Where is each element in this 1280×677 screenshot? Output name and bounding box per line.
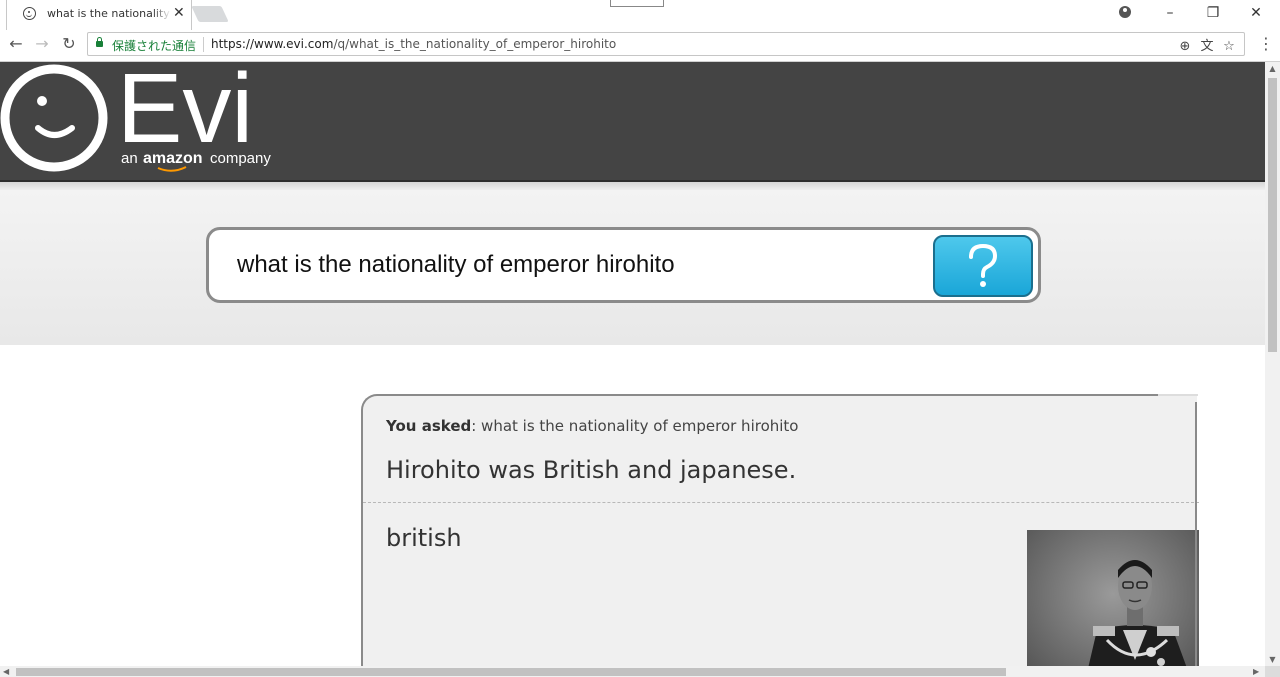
smiley-logo-icon <box>0 64 108 172</box>
ask-button[interactable] <box>933 235 1033 297</box>
lock-icon[interactable] <box>96 37 103 47</box>
header-shadow <box>0 182 1265 190</box>
you-asked-label: You asked <box>386 417 472 435</box>
search-box <box>206 227 1041 303</box>
omnibox-actions: ⊕ 文 ☆ <box>1174 35 1240 54</box>
amazon-smile-icon <box>157 166 187 172</box>
scroll-down-arrow-icon[interactable]: ▼ <box>1265 655 1280 664</box>
window-drag-indicator <box>610 0 664 7</box>
tagline-suffix: company <box>210 150 271 167</box>
browser-titlebar: what is the nationality of emperor hiroh… <box>0 0 1280 30</box>
scroll-up-arrow-icon[interactable]: ▲ <box>1265 64 1280 73</box>
scrollbar-corner <box>1265 666 1280 677</box>
address-bar[interactable]: 保護された通信 https://www.evi.com/q/what_is_th… <box>87 32 1245 56</box>
you-asked-line: You asked: what is the nationality of em… <box>386 417 798 435</box>
back-button[interactable]: ← <box>6 34 26 54</box>
zoom-icon[interactable]: ⊕ <box>1174 39 1196 54</box>
logo-wordmark: Evi <box>117 62 253 163</box>
evi-logo[interactable]: Evi an amazon company <box>0 62 300 180</box>
tagline-brand: amazon <box>143 150 203 167</box>
answer-divider <box>363 502 1199 503</box>
secure-connection-label[interactable]: 保護された通信 <box>112 37 196 54</box>
horizontal-scrollbar[interactable]: ◀ ▶ <box>0 666 1265 677</box>
browser-tab[interactable]: what is the nationality of emperor hiroh… <box>6 0 192 30</box>
close-window-button[interactable]: ✕ <box>1246 4 1266 22</box>
vertical-scrollbar[interactable]: ▲ ▼ <box>1265 62 1280 666</box>
sub-answer: british <box>386 524 462 552</box>
site-header: Evi an amazon company <box>0 62 1265 182</box>
answer-card: You asked: what is the nationality of em… <box>361 394 1199 666</box>
browser-menu-icon[interactable]: ⋮ <box>1258 34 1274 54</box>
portrait-photo[interactable] <box>1027 530 1199 666</box>
address-separator <box>203 37 204 52</box>
account-icon[interactable] <box>1119 6 1131 18</box>
scroll-right-arrow-icon[interactable]: ▶ <box>1253 666 1259 677</box>
reload-button[interactable]: ↻ <box>59 34 79 54</box>
evi-favicon-icon <box>23 7 36 20</box>
scroll-left-arrow-icon[interactable]: ◀ <box>3 666 9 677</box>
horizontal-scroll-thumb[interactable] <box>16 668 1006 676</box>
minimize-button[interactable]: – <box>1160 4 1180 22</box>
url-host: https://www.evi.com <box>211 37 334 51</box>
vertical-scroll-thumb[interactable] <box>1268 78 1277 352</box>
forward-button[interactable]: → <box>32 34 52 54</box>
page-viewport: Evi an amazon company You asked: what is… <box>0 62 1265 666</box>
main-answer: Hirohito was British and japanese. <box>386 456 797 484</box>
browser-toolbar: ← → ↻ 保護された通信 https://www.evi.com/q/what… <box>0 30 1280 62</box>
translate-icon[interactable]: 文 <box>1196 35 1218 54</box>
tab-close-icon[interactable]: ✕ <box>173 5 185 21</box>
search-input[interactable] <box>237 248 917 282</box>
url-text[interactable]: https://www.evi.com/q/what_is_the_nation… <box>211 37 616 51</box>
new-tab-button[interactable] <box>191 6 229 22</box>
url-path: /q/what_is_the_nationality_of_emperor_hi… <box>333 37 617 51</box>
restore-button[interactable]: ❐ <box>1203 4 1223 22</box>
question-mark-icon <box>969 243 998 287</box>
search-section <box>0 190 1265 345</box>
tab-title: what is the nationality of emperor hiroh… <box>47 7 171 20</box>
tagline-prefix: an <box>121 150 138 167</box>
card-edge <box>1195 402 1197 666</box>
you-asked-query: : what is the nationality of emperor hir… <box>471 417 799 435</box>
bookmark-star-icon[interactable]: ☆ <box>1218 39 1240 54</box>
